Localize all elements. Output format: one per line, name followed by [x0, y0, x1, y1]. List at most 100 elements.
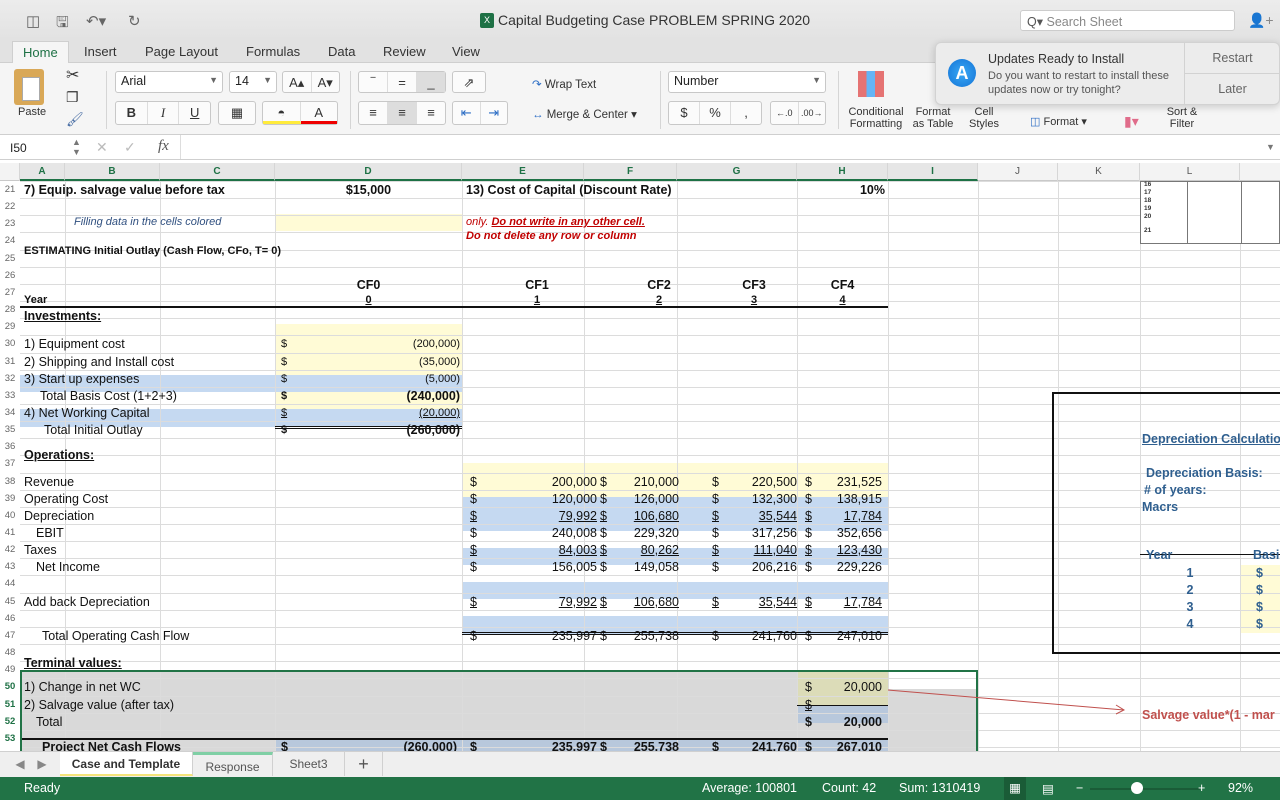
- operations-label[interactable]: EBIT: [36, 525, 64, 541]
- operations-value[interactable]: 17,784: [820, 508, 882, 524]
- column-header-b[interactable]: B: [65, 163, 160, 181]
- currency-symbol[interactable]: $: [281, 422, 287, 438]
- operations-value[interactable]: 156,005: [540, 559, 597, 575]
- currency-symbol[interactable]: $: [470, 739, 477, 751]
- currency-symbol[interactable]: $: [600, 594, 607, 610]
- row-header-48[interactable]: 48: [0, 647, 20, 658]
- cell-a25[interactable]: ESTIMATING Initial Outlay (Cash Flow, CF…: [24, 243, 281, 259]
- formula-input[interactable]: [180, 135, 1260, 159]
- sheet-tab-response[interactable]: Response: [193, 752, 273, 776]
- dep-year[interactable]: 2: [1140, 582, 1240, 598]
- operations-label[interactable]: Taxes: [24, 542, 57, 558]
- align-middle-button[interactable]: =: [388, 72, 417, 92]
- investment-value[interactable]: (35,000): [330, 354, 460, 370]
- investment-label[interactable]: 1) Equipment cost: [24, 336, 125, 352]
- year-4[interactable]: 4: [797, 292, 888, 308]
- depreciation-years-label[interactable]: # of years:: [1144, 482, 1207, 498]
- format-painter-icon[interactable]: 🖌: [66, 111, 84, 128]
- font-color-button[interactable]: A: [300, 102, 337, 124]
- row-header-53[interactable]: 53: [0, 733, 20, 744]
- row-header-38[interactable]: 38: [0, 476, 20, 487]
- undo-icon[interactable]: ↶▾: [86, 12, 106, 30]
- row-header-45[interactable]: 45: [0, 596, 20, 607]
- name-box[interactable]: I50: [10, 141, 27, 155]
- confirm-icon[interactable]: ✓: [124, 139, 136, 156]
- column-header-h[interactable]: H: [797, 163, 888, 181]
- add-back-value[interactable]: 17,784: [820, 594, 882, 610]
- zoom-out-button[interactable]: −: [1076, 781, 1083, 795]
- row-header-21[interactable]: 21: [0, 184, 20, 195]
- expand-formula-icon[interactable]: ▼: [1266, 142, 1275, 152]
- cell-d21-salvage[interactable]: $15,000: [275, 182, 462, 198]
- currency-symbol[interactable]: $: [600, 542, 607, 558]
- sheet-tab-case-template[interactable]: Case and Template: [60, 752, 193, 776]
- paste-icon[interactable]: [14, 69, 44, 105]
- row-header-46[interactable]: 46: [0, 613, 20, 624]
- cancel-icon[interactable]: ✕: [96, 139, 108, 156]
- operations-value[interactable]: 210,000: [630, 474, 679, 490]
- operations-value[interactable]: 229,320: [630, 525, 679, 541]
- comma-button[interactable]: ,: [731, 102, 761, 124]
- dep-basis-currency[interactable]: $: [1256, 599, 1263, 615]
- font-name-select[interactable]: Arial ▼: [115, 71, 223, 93]
- net-cash-flow-value[interactable]: 255,738: [630, 739, 679, 751]
- column-header-i[interactable]: I: [888, 163, 978, 181]
- currency-symbol[interactable]: $: [600, 559, 607, 575]
- save-icon[interactable]: 🖫: [56, 12, 69, 37]
- currency-symbol[interactable]: $: [281, 371, 287, 387]
- copy-icon[interactable]: ❐: [66, 89, 79, 106]
- currency-symbol[interactable]: $: [470, 594, 477, 610]
- investment-value[interactable]: (240,000): [330, 388, 460, 404]
- operations-value[interactable]: 84,003: [540, 542, 597, 558]
- cell-b23-instruction[interactable]: Filling data in the cells colored: [74, 214, 221, 230]
- operations-value[interactable]: 35,544: [722, 508, 797, 524]
- currency-symbol[interactable]: $: [470, 491, 477, 507]
- currency-symbol[interactable]: $: [470, 474, 477, 490]
- cf3-header[interactable]: CF3: [694, 277, 814, 293]
- add-sheet-button[interactable]: +: [345, 752, 383, 776]
- select-all-corner[interactable]: [0, 163, 20, 181]
- currency-symbol[interactable]: $: [712, 491, 719, 507]
- terminal-value[interactable]: 20,000: [820, 714, 882, 730]
- operations-value[interactable]: 132,300: [722, 491, 797, 507]
- net-cash-flow-value[interactable]: 267,010: [820, 739, 882, 751]
- column-header-a[interactable]: A: [20, 163, 65, 181]
- dep-year[interactable]: 4: [1140, 616, 1240, 632]
- name-box-stepper[interactable]: ▲ ▼: [72, 137, 81, 157]
- currency-symbol[interactable]: $: [600, 508, 607, 524]
- operations-value[interactable]: 149,058: [630, 559, 679, 575]
- column-header-f[interactable]: F: [584, 163, 677, 181]
- tab-data[interactable]: Data: [320, 43, 363, 60]
- spreadsheet-grid[interactable]: 21 22 23 24 25 26 27 28 29 30 31 32 33 34 35 36 37 38 39 40…: [0, 181, 1280, 751]
- currency-symbol[interactable]: $: [470, 542, 477, 558]
- investments-heading[interactable]: Investments:: [24, 308, 101, 324]
- dep-basis-currency[interactable]: $: [1256, 616, 1263, 632]
- share-user-icon[interactable]: 👤+: [1248, 12, 1274, 29]
- depreciation-title[interactable]: Depreciation Calculation: [1142, 431, 1280, 447]
- currency-symbol[interactable]: $: [470, 628, 477, 644]
- sidebar-toggle-icon[interactable]: ◫: [26, 12, 40, 30]
- dep-year-header[interactable]: Year: [1146, 549, 1172, 562]
- year-3[interactable]: 3: [694, 292, 814, 308]
- row-header-51[interactable]: 51: [0, 699, 20, 710]
- investment-label[interactable]: 4) Net Working Capital: [24, 405, 150, 421]
- cell-h21-rate[interactable]: 10%: [797, 182, 885, 198]
- row-header-34[interactable]: 34: [0, 407, 20, 418]
- align-bottom-button[interactable]: _: [417, 72, 445, 92]
- increase-font-size-button[interactable]: A▴: [283, 72, 312, 92]
- font-size-select[interactable]: 14 ▼: [229, 71, 277, 93]
- fill-color-button[interactable]: ◓: [263, 102, 301, 124]
- clear-eraser-icon[interactable]: ▮▾: [1124, 113, 1139, 130]
- currency-symbol[interactable]: $: [805, 508, 812, 524]
- terminal-value[interactable]: -: [820, 697, 882, 713]
- prev-sheet-icon[interactable]: ◀: [10, 752, 30, 776]
- column-header-j[interactable]: J: [978, 163, 1058, 181]
- operations-value[interactable]: 229,226: [820, 559, 882, 575]
- row-header-29[interactable]: 29: [0, 321, 20, 332]
- operations-value[interactable]: 240,008: [540, 525, 597, 541]
- currency-symbol[interactable]: $: [805, 594, 812, 610]
- restart-button[interactable]: Restart: [1185, 43, 1280, 74]
- operations-value[interactable]: 79,992: [540, 508, 597, 524]
- row-header-32[interactable]: 32: [0, 373, 20, 384]
- currency-symbol[interactable]: $: [712, 474, 719, 490]
